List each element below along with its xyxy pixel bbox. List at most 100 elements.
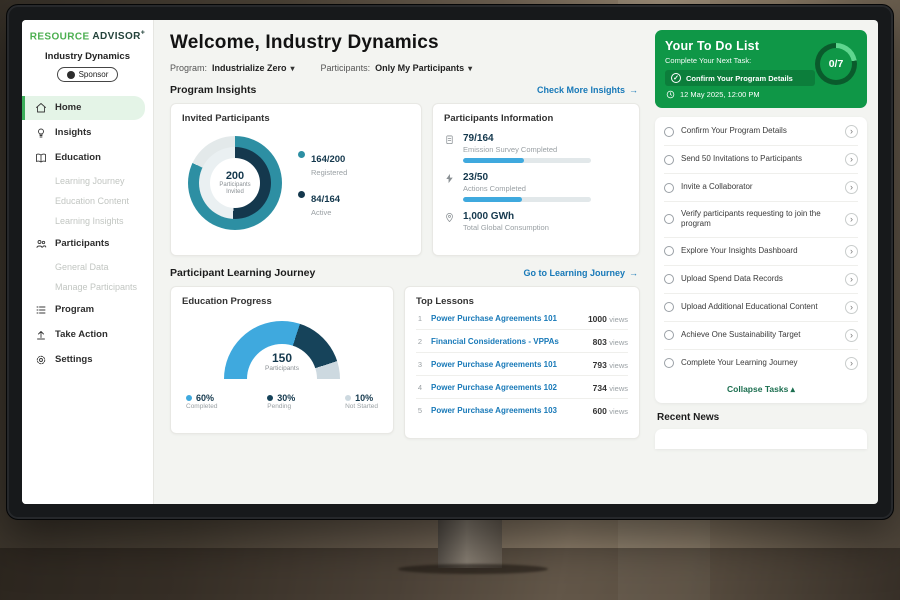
stat-progress-track: [463, 158, 591, 163]
check-icon: ✓: [671, 73, 681, 83]
task-checkbox[interactable]: [664, 358, 674, 368]
lesson-link[interactable]: Financial Considerations - VPPAs: [431, 337, 586, 346]
task-row-upload-spend-data[interactable]: Upload Spend Data Records ›: [664, 266, 858, 294]
card-title: Top Lessons: [416, 296, 628, 307]
sidebar: RESOURCE ADVISOR+ Industry Dynamics Spon…: [22, 20, 154, 504]
lesson-link[interactable]: Power Purchase Agreements 102: [431, 383, 586, 392]
chevron-right-icon[interactable]: ›: [845, 181, 858, 194]
todo-due-date: 12 May 2025, 12:00 PM: [665, 90, 815, 99]
task-checkbox[interactable]: [664, 330, 674, 340]
lesson-link[interactable]: Power Purchase Agreements 103: [431, 406, 586, 415]
invited-donut-ring-outer: 200 Participants Invited: [188, 136, 282, 230]
task-checkbox[interactable]: [664, 155, 674, 165]
chevron-right-icon[interactable]: ›: [845, 153, 858, 166]
go-to-learning-journey-link[interactable]: Go to Learning Journey →: [523, 268, 638, 278]
task-row-invite-collaborator[interactable]: Invite a Collaborator ›: [664, 174, 858, 202]
legend-label: Pending: [267, 403, 295, 410]
stat-emission-survey: 79/164 Emission Survey Completed: [444, 133, 628, 163]
chevron-right-icon[interactable]: ›: [845, 329, 858, 342]
program-insights-header: Program Insights Check More Insights →: [170, 84, 638, 96]
task-checkbox[interactable]: [664, 183, 674, 193]
account-block: Industry Dynamics Sponsor: [22, 51, 153, 84]
sidebar-item-insights[interactable]: Insights: [22, 121, 145, 145]
lesson-row: 1 Power Purchase Agreements 101 1000 vie…: [416, 307, 628, 330]
stat-global-consumption: 1,000 GWh Total Global Consumption: [444, 211, 628, 232]
sidebar-item-education[interactable]: Education: [22, 146, 145, 170]
sidebar-item-participants[interactable]: Participants: [22, 232, 145, 256]
lesson-rank: 1: [416, 314, 424, 323]
task-row-complete-learning-journey[interactable]: Complete Your Learning Journey ›: [664, 350, 858, 377]
check-more-insights-link[interactable]: Check More Insights →: [537, 85, 638, 95]
lesson-rank: 5: [416, 406, 424, 415]
education-icon: [35, 152, 47, 164]
chevron-right-icon[interactable]: ›: [845, 301, 858, 314]
sidebar-item-learning-journey[interactable]: Learning Journey: [22, 171, 153, 191]
logo-text-primary: RESOURCE: [30, 31, 90, 42]
sidebar-item-learning-insights[interactable]: Learning Insights: [22, 211, 153, 231]
gauge-legend-dot: [267, 395, 273, 401]
sidebar-item-home[interactable]: Home: [22, 96, 145, 120]
stat-label: Emission Survey Completed: [463, 145, 591, 154]
lesson-views: 600: [593, 406, 607, 416]
lesson-link[interactable]: Power Purchase Agreements 101: [431, 314, 581, 323]
participants-filter: Participants: Only My Participants ▾: [321, 63, 473, 73]
todo-next-task[interactable]: ✓ Confirm Your Program Details: [665, 70, 815, 86]
chevron-right-icon[interactable]: ›: [845, 273, 858, 286]
stat-value: 79/164: [463, 133, 591, 144]
views-label: views: [609, 361, 628, 370]
lesson-rank: 4: [416, 383, 424, 392]
task-row-upload-educational-content[interactable]: Upload Additional Educational Content ›: [664, 294, 858, 322]
sidebar-item-program[interactable]: Program: [22, 298, 145, 322]
lesson-link[interactable]: Power Purchase Agreements 101: [431, 360, 586, 369]
sidebar-item-manage-participants[interactable]: Manage Participants: [22, 277, 153, 297]
home-icon: [35, 102, 47, 114]
task-checkbox[interactable]: [664, 274, 674, 284]
sponsor-badge[interactable]: Sponsor: [57, 67, 119, 82]
donut-center-value: 200: [226, 170, 244, 182]
program-filter-select[interactable]: Industrialize Zero ▾: [212, 63, 295, 73]
sidebar-item-take-action[interactable]: Take Action: [22, 323, 145, 347]
collapse-tasks-button[interactable]: Collapse Tasks ▴: [664, 377, 858, 400]
gauge-center-label: Participants: [224, 365, 340, 372]
actions-icon: [444, 173, 455, 184]
sidebar-item-settings[interactable]: Settings: [22, 348, 145, 372]
chevron-up-icon: ▴: [791, 384, 795, 394]
legend-label: Not Started: [345, 403, 378, 410]
learning-cards-row: Education Progress 150 Participants: [170, 286, 640, 439]
chevron-right-icon[interactable]: ›: [845, 213, 858, 226]
gauge-legend-dot: [186, 395, 192, 401]
task-row-achieve-sustainability-target[interactable]: Achieve One Sustainability Target ›: [664, 322, 858, 350]
task-row-explore-insights[interactable]: Explore Your Insights Dashboard ›: [664, 238, 858, 266]
task-label: Send 50 Invitations to Participants: [681, 154, 838, 164]
chevron-right-icon[interactable]: ›: [845, 357, 858, 370]
sidebar-item-education-content[interactable]: Education Content: [22, 191, 153, 211]
participants-icon: [35, 238, 47, 250]
task-label: Invite a Collaborator: [681, 182, 838, 192]
sidebar-item-general-data[interactable]: General Data: [22, 257, 153, 277]
views-label: views: [609, 338, 628, 347]
chevron-right-icon[interactable]: ›: [845, 125, 858, 138]
participants-filter-select[interactable]: Only My Participants ▾: [375, 63, 472, 73]
monitor-stand-shadow: [398, 564, 548, 574]
arrow-right-icon: →: [629, 85, 638, 95]
lesson-views: 734: [593, 383, 607, 393]
chevron-right-icon[interactable]: ›: [845, 245, 858, 258]
gauge-center-value: 150: [224, 351, 340, 365]
monitor-stand: [438, 516, 502, 568]
task-checkbox[interactable]: [664, 302, 674, 312]
arrow-right-icon: →: [629, 268, 638, 278]
task-label: Complete Your Learning Journey: [681, 358, 838, 368]
task-row-verify-participants[interactable]: Verify participants requesting to join t…: [664, 202, 858, 238]
education-gauge-chart: 150 Participants: [224, 321, 340, 379]
views-label: views: [609, 384, 628, 393]
app-window: RESOURCE ADVISOR+ Industry Dynamics Spon…: [22, 20, 878, 504]
lesson-row: 3 Power Purchase Agreements 101 793 view…: [416, 353, 628, 376]
card-title: Invited Participants: [182, 113, 410, 124]
task-row-send-invitations[interactable]: Send 50 Invitations to Participants ›: [664, 146, 858, 174]
filter-bar: Program: Industrialize Zero ▾ Participan…: [170, 63, 640, 73]
task-checkbox[interactable]: [664, 214, 674, 224]
task-row-confirm-program[interactable]: Confirm Your Program Details ›: [664, 118, 858, 146]
task-checkbox[interactable]: [664, 127, 674, 137]
task-checkbox[interactable]: [664, 246, 674, 256]
lesson-row: 5 Power Purchase Agreements 103 600 view…: [416, 399, 628, 421]
